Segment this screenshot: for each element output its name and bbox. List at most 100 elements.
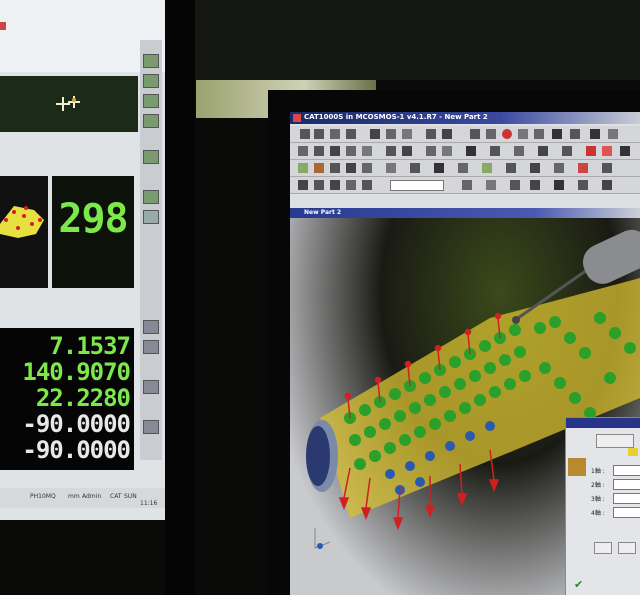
status-sun: SUN <box>124 493 137 500</box>
toolbar-icon[interactable] <box>462 180 472 190</box>
toolbar-icon[interactable] <box>486 180 496 190</box>
point-count-display: 298 <box>58 196 128 242</box>
toolbar-icon[interactable] <box>434 163 444 173</box>
toolbar-icon[interactable] <box>578 163 588 173</box>
readout-z: 22.2280 <box>35 384 131 412</box>
toolbar-icon[interactable] <box>346 129 356 139</box>
readout-x: 7.1537 <box>49 332 131 360</box>
toolbar-icon[interactable] <box>470 129 480 139</box>
toolbar-icon[interactable] <box>346 180 356 190</box>
toolbar-icon[interactable] <box>602 146 612 156</box>
status-time: 11:16 <box>140 500 158 507</box>
toolbar-icon[interactable] <box>298 146 308 156</box>
document-title-bar: New Part 2 <box>290 208 640 218</box>
toolbar-icon[interactable] <box>554 180 564 190</box>
axis1-field[interactable] <box>613 465 640 476</box>
window-title-bar: CAT1000S in MCOSMOS-1 v4.1.R7 - New Part… <box>290 112 640 124</box>
toolbar-icon[interactable] <box>554 163 564 173</box>
toolbar-icon[interactable] <box>426 146 436 156</box>
axis3-label: 3軸 : <box>591 496 605 503</box>
toolbar-icon[interactable] <box>530 180 540 190</box>
toolbar-icon[interactable] <box>482 163 492 173</box>
status-units: mm <box>68 493 80 500</box>
dialog-option-button[interactable] <box>596 434 634 448</box>
toolbar-icon[interactable] <box>608 129 618 139</box>
tool-icon[interactable] <box>143 380 159 394</box>
toolbar-icon[interactable] <box>330 180 340 190</box>
window-title: CAT1000S in MCOSMOS-1 v4.1.R7 - New Part… <box>304 113 488 121</box>
tool-icon[interactable] <box>143 340 159 354</box>
toolbar-icon[interactable] <box>534 129 544 139</box>
toolbar-icon[interactable] <box>538 146 548 156</box>
toolbar-icon[interactable] <box>518 129 528 139</box>
toolbar-icon[interactable] <box>602 180 612 190</box>
toolbar-icon[interactable] <box>314 146 324 156</box>
tool-icon[interactable] <box>143 210 159 224</box>
toolbar-icon[interactable] <box>314 129 324 139</box>
toolbar-icon[interactable] <box>442 146 452 156</box>
toolbar-icon[interactable] <box>362 180 372 190</box>
toolbar-icon[interactable] <box>330 163 340 173</box>
tool-icon[interactable] <box>143 94 159 108</box>
axis2-field[interactable] <box>613 479 640 490</box>
tool-icon[interactable] <box>143 190 159 204</box>
toolbar-icon[interactable] <box>490 146 500 156</box>
toolbar-icon[interactable] <box>386 129 396 139</box>
dialog-button[interactable] <box>618 542 636 554</box>
dialog-button[interactable] <box>594 542 612 554</box>
tool-icon[interactable] <box>143 114 159 128</box>
toolbar-icon[interactable] <box>314 163 324 173</box>
readout-b: -90.0000 <box>22 436 131 464</box>
toolbar-icon[interactable] <box>346 146 356 156</box>
tool-icon[interactable] <box>143 74 159 88</box>
toolbar-icon[interactable] <box>506 163 516 173</box>
toolbar-icon[interactable] <box>486 129 496 139</box>
axis4-field[interactable] <box>613 507 640 518</box>
toolbar-icon[interactable] <box>590 129 600 139</box>
toolbar-icon[interactable] <box>346 163 356 173</box>
toolbar-icon[interactable] <box>314 180 324 190</box>
toolbar-icon[interactable] <box>426 129 436 139</box>
folder-icon[interactable] <box>628 448 638 456</box>
view-select-dropdown[interactable] <box>390 180 444 191</box>
toolbar-icon[interactable] <box>402 129 412 139</box>
toolbar-icon[interactable] <box>298 180 308 190</box>
axis4-label: 4軸 : <box>591 510 605 517</box>
status-user: Admin <box>82 493 102 500</box>
toolbar-row-4 <box>290 177 640 194</box>
toolbar-icon[interactable] <box>586 146 596 156</box>
tool-icon[interactable] <box>143 420 159 434</box>
dialog-icon <box>568 458 586 476</box>
toolbar-icon[interactable] <box>510 180 520 190</box>
toolbar-icon[interactable] <box>362 146 372 156</box>
toolbar-icon[interactable] <box>330 146 340 156</box>
toolbar-icon[interactable] <box>570 129 580 139</box>
tool-icon[interactable] <box>143 150 159 164</box>
toolbar-icon[interactable] <box>362 163 372 173</box>
toolbar-icon[interactable] <box>300 129 310 139</box>
status-bar: PH10MQ mm Admin CAT SUN 11:16 <box>0 488 165 508</box>
toolbar-icon[interactable] <box>298 163 308 173</box>
toolbar-icon[interactable] <box>552 129 562 139</box>
toolbar-icon[interactable] <box>458 163 468 173</box>
toolbar-icon[interactable] <box>620 146 630 156</box>
toolbar-icon[interactable] <box>402 146 412 156</box>
toolbar-icon[interactable] <box>530 163 540 173</box>
tool-icon[interactable] <box>143 320 159 334</box>
toolbar-icon[interactable] <box>562 146 572 156</box>
toolbar-icon[interactable] <box>386 146 396 156</box>
toolbar-icon[interactable] <box>602 163 612 173</box>
tool-icon[interactable] <box>143 54 159 68</box>
toolbar-icon[interactable] <box>386 163 396 173</box>
toolbar-icon[interactable] <box>330 129 340 139</box>
toolbar-icon[interactable] <box>410 163 420 173</box>
ok-check-icon[interactable]: ✔ <box>574 578 588 591</box>
stop-icon[interactable] <box>502 129 512 139</box>
toolbar-icon[interactable] <box>442 129 452 139</box>
toolbar-icon[interactable] <box>370 129 380 139</box>
toolbar-icon[interactable] <box>578 180 588 190</box>
toolbar-icon[interactable] <box>466 146 476 156</box>
toolbar-icon[interactable] <box>514 146 524 156</box>
background-wall <box>195 0 640 80</box>
axis3-field[interactable] <box>613 493 640 504</box>
